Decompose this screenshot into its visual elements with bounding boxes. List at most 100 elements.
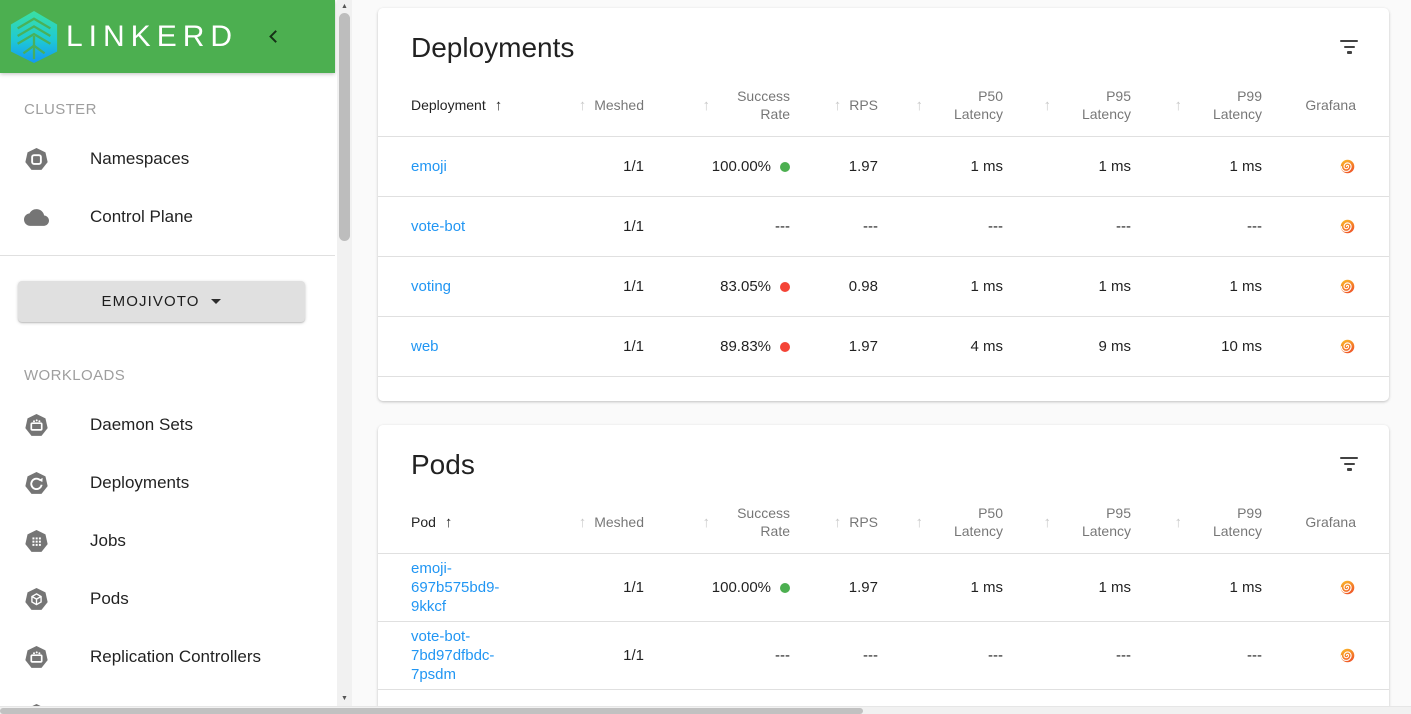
column-header-pod[interactable]: Pod ↑ [411,491,561,553]
sort-arrow-icon: ↑ [1174,513,1183,531]
column-header-p99-latency[interactable]: ↑ P99 Latency [1131,491,1263,553]
p50-cell: 1 ms [970,278,1003,295]
sidebar-item-replication-controllers[interactable]: Replication Controllers [0,628,335,686]
p99-cell: 1 ms [1229,158,1262,175]
grafana-link[interactable] [1339,338,1356,355]
status-dot-bad [780,281,790,292]
namespaces-icon [24,147,50,172]
p50-cell: --- [988,218,1003,235]
success-rate-value: 89.83% [720,338,771,355]
success-rate-value: 100.00% [711,579,771,596]
sort-arrow-icon: ↑ [578,513,587,531]
column-header-p95-latency[interactable]: ↑ P95 Latency [1003,74,1132,136]
jobs-icon [24,529,50,554]
column-header-p50-latency[interactable]: ↑ P50 Latency [878,491,1004,553]
table-row: emoji-697b575bd9-9kkcf 1/1 100.00% 1.97 1 ms… [378,554,1389,622]
namespace-selector-button[interactable]: EMOJIVOTO [18,281,305,322]
column-header-label: P95 Latency [1081,505,1131,539]
sidebar-collapse-button[interactable] [260,24,286,50]
name-cell: emoji [411,157,561,176]
daemon-sets-icon [24,413,50,438]
scroll-up-icon[interactable]: ▲ [337,0,352,14]
success-rate-value: --- [775,218,790,235]
column-header-grafana: Grafana [1262,74,1356,136]
horizontal-scrollbar[interactable] [0,706,1411,714]
sidebar-divider [0,255,335,256]
sidebar-nav: CLUSTER Namespaces Control Plane EMOJIVOT… [0,73,335,714]
column-header-label: RPS [849,514,878,530]
sort-arrow-icon: ↑ [833,96,842,114]
column-header-success-rate[interactable]: ↑ Success Rate [644,74,791,136]
sidebar-item-deployments[interactable]: Deployments [0,454,335,512]
grafana-link[interactable] [1339,158,1356,175]
pod-link[interactable]: vote-bot-7bd97dfbdc-7psdm [411,627,523,684]
pods-icon [24,587,50,612]
deployments-card-title: Deployments [411,32,575,63]
p50-cell: 1 ms [970,158,1003,175]
sidebar-item-daemon-sets[interactable]: Daemon Sets [0,396,335,454]
p99-cell: 1 ms [1229,579,1262,596]
sidebar-item-jobs[interactable]: Jobs [0,512,335,570]
sort-arrow-icon: ↑ [915,513,924,531]
meshed-cell: 1/1 [623,338,644,355]
sort-arrow-icon: ↑ [1174,96,1183,114]
meshed-cell: 1/1 [623,278,644,295]
column-header-deployment[interactable]: Deployment ↑ [411,74,561,136]
pod-link[interactable]: emoji-697b575bd9-9kkcf [411,559,523,616]
linkerd-logo[interactable]: LINKERD [0,9,238,65]
column-header-p99-latency[interactable]: ↑ P99 Latency [1131,74,1263,136]
rps-cell: --- [863,647,878,664]
p95-cell: 9 ms [1098,338,1131,355]
sort-arrow-icon: ↑ [915,96,924,114]
p95-cell: 1 ms [1098,158,1131,175]
deployment-link[interactable]: voting [411,277,451,296]
column-header-meshed[interactable]: ↑ Meshed [561,491,644,553]
column-header-label: P50 Latency [953,88,1003,122]
column-header-label: Success Rate [737,88,790,122]
sidebar-item-pods[interactable]: Pods [0,570,335,628]
filter-icon[interactable] [1339,40,1359,57]
grafana-cell [1262,158,1356,175]
column-header-grafana: Grafana [1262,491,1356,553]
deployments-card: Deployments Deployment ↑ ↑ Meshed ↑ Success R… [378,8,1389,401]
filter-icon[interactable] [1339,457,1359,474]
deployments-table-body: emoji 1/1 100.00% 1.97 1 ms 1 ms 1 ms vote-bot 1… [378,137,1389,377]
pods-card-title: Pods [411,449,475,480]
grafana-icon [1340,219,1355,234]
sidebar-item-namespaces[interactable]: Namespaces [0,130,335,188]
sidebar-header: LINKERD [0,0,335,73]
rps-cell: 1.97 [848,338,878,355]
sidebar-scrollbar-thumb[interactable] [339,13,350,241]
deployment-link[interactable]: vote-bot [411,217,465,236]
sidebar-item-control-plane[interactable]: Control Plane [0,188,335,246]
table-row: web 1/1 89.83% 1.97 4 ms 9 ms 10 ms [378,317,1389,377]
name-cell: emoji-697b575bd9-9kkcf [411,559,561,616]
column-header-rps[interactable]: ↑ RPS [790,491,878,553]
deployment-link[interactable]: emoji [411,157,447,176]
grafana-link[interactable] [1339,278,1356,295]
horizontal-scrollbar-thumb[interactable] [0,708,863,714]
column-header-p50-latency[interactable]: ↑ P50 Latency [878,74,1004,136]
deployment-link[interactable]: web [411,337,439,356]
column-header-meshed[interactable]: ↑ Meshed [561,74,644,136]
p50-cell: --- [988,647,1003,664]
column-header-rps[interactable]: ↑ RPS [790,74,878,136]
table-row: voting 1/1 83.05% 0.98 1 ms 1 ms 1 ms [378,257,1389,317]
status-dot-bad [780,341,790,352]
grafana-link[interactable] [1339,647,1356,664]
column-header-label: P95 Latency [1081,88,1131,122]
grafana-link[interactable] [1339,218,1356,235]
scroll-down-icon[interactable]: ▼ [337,692,352,706]
linkerd-logo-icon [10,10,58,63]
sidebar-item-label: Namespaces [90,149,190,168]
deployments-table-header: Deployment ↑ ↑ Meshed ↑ Success Rate ↑ RPS ↑ P50 … [378,74,1389,137]
grafana-link[interactable] [1339,579,1356,596]
column-header-p95-latency[interactable]: ↑ P95 Latency [1003,491,1132,553]
p95-cell: 1 ms [1098,579,1131,596]
sidebar-scrollbar[interactable]: ▲ ▼ [337,0,352,714]
rps-cell: 1.97 [848,579,878,596]
column-header-label: RPS [849,97,878,113]
column-header-success-rate[interactable]: ↑ Success Rate [644,491,791,553]
sidebar-item-label: Control Plane [90,207,194,226]
grafana-icon [1340,580,1355,595]
